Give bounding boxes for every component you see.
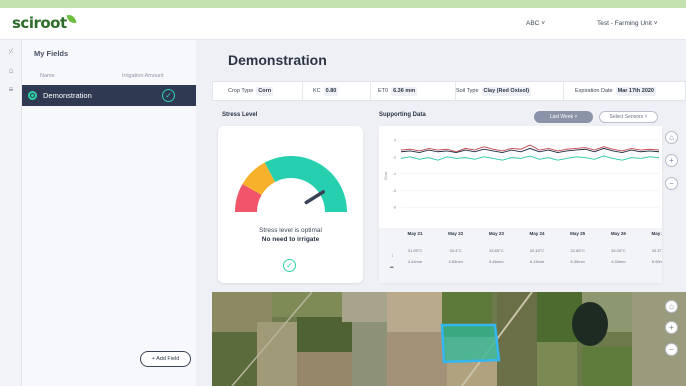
map-zoom-out-icon[interactable]: − bbox=[665, 343, 678, 356]
column-irrigation-amount: Irrigation Amount bbox=[122, 73, 164, 79]
stress-level-card: Stress level is optimal No need to irrig… bbox=[218, 126, 363, 283]
add-field-button[interactable]: + Add Field bbox=[140, 351, 191, 367]
thermometer-icon: ↕ bbox=[391, 253, 394, 259]
app-header: sciroot ABC ˅ Test - Farming Unit ˅ bbox=[0, 8, 686, 40]
stress-status-text: Stress level is optimal bbox=[259, 227, 322, 234]
account-menu[interactable]: ABC ˅ bbox=[526, 20, 545, 27]
day-rainfall: 5.99mm bbox=[652, 259, 662, 264]
day-date-label: May 25 bbox=[570, 231, 586, 236]
wifi-icon[interactable]: ⸓ bbox=[5, 46, 17, 58]
day-date-label: May 22 bbox=[448, 231, 464, 236]
chevron-down-icon: ˅ bbox=[644, 114, 648, 120]
chart-home-icon[interactable]: ⌂ bbox=[665, 131, 678, 144]
chevron-down-icon: ˅ bbox=[574, 114, 578, 120]
info-et0: ET0 6.36 mm bbox=[378, 82, 456, 100]
rain-icon: ☁ bbox=[389, 264, 394, 270]
chart-zoom-in-icon[interactable]: + bbox=[665, 154, 678, 167]
field-name: Demonstration bbox=[43, 91, 92, 100]
leaf-icon bbox=[66, 13, 77, 25]
map-zoom-in-icon[interactable]: + bbox=[665, 321, 678, 334]
select-sensors-button[interactable]: Select Sensors ˅ bbox=[599, 111, 658, 123]
info-kc: KC 0.80 bbox=[313, 82, 371, 100]
farming-unit-menu[interactable]: Test - Farming Unit ˅ bbox=[597, 20, 658, 27]
y-axis-label: Cbar bbox=[383, 171, 388, 180]
stress-level-label: Stress Level bbox=[222, 112, 258, 118]
supporting-data-label: Supporting Data bbox=[379, 112, 426, 118]
day-date-label: May 24 bbox=[529, 231, 545, 236]
check-circle-icon: ✓ bbox=[283, 259, 296, 272]
day-temperature: 33.4°C bbox=[450, 248, 462, 253]
gauge-needle bbox=[304, 190, 325, 205]
day-rainfall: 4.44mm bbox=[408, 259, 423, 264]
stress-gauge bbox=[235, 155, 347, 212]
fields-panel-title: My Fields bbox=[34, 49, 69, 58]
last-week-button[interactable]: Last Week ˅ bbox=[534, 111, 593, 123]
day-rainfall: 4.33mm bbox=[611, 259, 626, 264]
info-expiration-date: Expiration Date Mar 17th 2020 bbox=[575, 87, 656, 96]
day-temperature: 33.05°C bbox=[611, 248, 626, 253]
day-rainfall: 4.83mm bbox=[448, 259, 463, 264]
page-title: Demonstration bbox=[228, 52, 327, 68]
satellite-imagery bbox=[212, 292, 686, 386]
sensor-chart: 0-2-4-6-8 Cbar May 2131.95°C4.44mmMay 22… bbox=[379, 126, 667, 283]
day-rainfall: 6.35mm bbox=[570, 259, 585, 264]
chevron-down-icon: ˅ bbox=[653, 20, 658, 27]
day-temperature: 32.65°C bbox=[570, 248, 585, 253]
day-rainfall: 6.13mm bbox=[530, 259, 545, 264]
fields-panel: My Fields Name Irrigation Amount Demonst… bbox=[22, 40, 196, 386]
field-satellite-map[interactable]: ⌂ + − bbox=[212, 292, 686, 386]
field-boundary-polygon[interactable] bbox=[440, 323, 501, 364]
day-date-label: May 27 bbox=[651, 231, 662, 236]
top-accent-strip bbox=[0, 0, 686, 8]
day-date-label: May 26 bbox=[611, 231, 627, 236]
user-icon[interactable]: ⌂ bbox=[5, 65, 17, 77]
irrigation-advice-text: No need to irrigate bbox=[261, 236, 320, 243]
field-info-bar: Crop Type Corn KC 0.80 ET0 6.36 mm Soil Typ… bbox=[212, 81, 686, 101]
radio-selected-icon bbox=[28, 91, 37, 100]
day-temperature: 33.65°C bbox=[489, 248, 504, 253]
chart-zoom-out-icon[interactable]: − bbox=[665, 177, 678, 190]
map-home-icon[interactable]: ⌂ bbox=[665, 300, 678, 313]
field-row-demonstration[interactable]: Demonstration ✓ bbox=[22, 85, 196, 106]
column-name: Name bbox=[40, 73, 55, 79]
check-circle-icon: ✓ bbox=[162, 89, 175, 102]
supporting-data-chart: 0 -2 -4 -6 -8 Cbar May 21 31.95°C 4.44mm May 22… bbox=[379, 126, 667, 283]
sidebar-rail: ⸓ ⌂ ≡ bbox=[0, 40, 22, 386]
day-temperature: 33.37°C bbox=[652, 248, 662, 253]
day-rainfall: 5.46mm bbox=[489, 259, 504, 264]
day-date-label: May 23 bbox=[489, 231, 505, 236]
chevron-down-icon: ˅ bbox=[541, 20, 545, 27]
day-date-label: May 21 bbox=[407, 231, 423, 236]
day-temperature: 32.45°C bbox=[530, 248, 545, 253]
sliders-icon[interactable]: ≡ bbox=[5, 84, 17, 96]
info-soil-type: Soil Type Clay (Red Oxisol) bbox=[456, 82, 564, 100]
info-crop-type: Crop Type Corn bbox=[228, 82, 303, 100]
day-temperature: 31.95°C bbox=[408, 248, 423, 253]
sciroot-logo[interactable]: sciroot bbox=[12, 13, 77, 32]
